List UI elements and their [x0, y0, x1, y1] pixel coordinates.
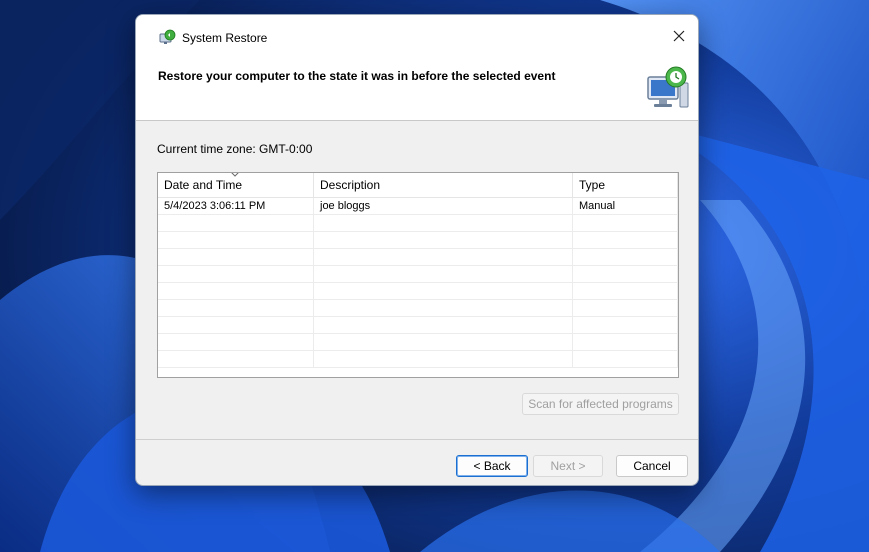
cell-date: 5/4/2023 3:06:11 PM [158, 198, 314, 215]
cell-description: joe bloggs [314, 198, 573, 215]
restore-monitor-icon [647, 66, 689, 108]
back-button[interactable]: < Back [456, 455, 528, 477]
empty-row [158, 334, 678, 351]
system-restore-icon [159, 29, 176, 44]
timezone-label: Current time zone: GMT-0:00 [157, 142, 313, 156]
table-header: Date and Time Description Type [158, 173, 678, 198]
empty-row [158, 351, 678, 368]
empty-row [158, 249, 678, 266]
table-body: 5/4/2023 3:06:11 PM joe bloggs Manual [158, 198, 678, 368]
title-bar: System Restore [158, 28, 267, 48]
cancel-button[interactable]: Cancel [616, 455, 688, 477]
sort-descending-icon [231, 173, 239, 177]
page-heading: Restore your computer to the state it wa… [158, 69, 556, 83]
empty-row [158, 215, 678, 232]
dialog-header: System Restore Restore your computer to … [136, 15, 698, 121]
restore-points-table: Date and Time Description Type 5/4/2023 … [157, 172, 679, 378]
table-row[interactable]: 5/4/2023 3:06:11 PM joe bloggs Manual [158, 198, 678, 215]
column-header-date[interactable]: Date and Time [158, 173, 314, 198]
empty-row [158, 300, 678, 317]
column-header-type[interactable]: Type [573, 173, 678, 198]
empty-row [158, 232, 678, 249]
close-button[interactable] [664, 23, 694, 49]
scan-affected-programs-button[interactable]: Scan for affected programs [522, 393, 679, 415]
empty-row [158, 283, 678, 300]
column-header-description[interactable]: Description [314, 173, 573, 198]
empty-row [158, 266, 678, 283]
system-restore-dialog: System Restore Restore your computer to … [135, 14, 699, 486]
footer-divider [136, 439, 698, 440]
empty-row [158, 317, 678, 334]
close-icon [673, 30, 685, 42]
cell-type: Manual [573, 198, 678, 215]
next-button[interactable]: Next > [533, 455, 603, 477]
window-title: System Restore [182, 31, 268, 45]
